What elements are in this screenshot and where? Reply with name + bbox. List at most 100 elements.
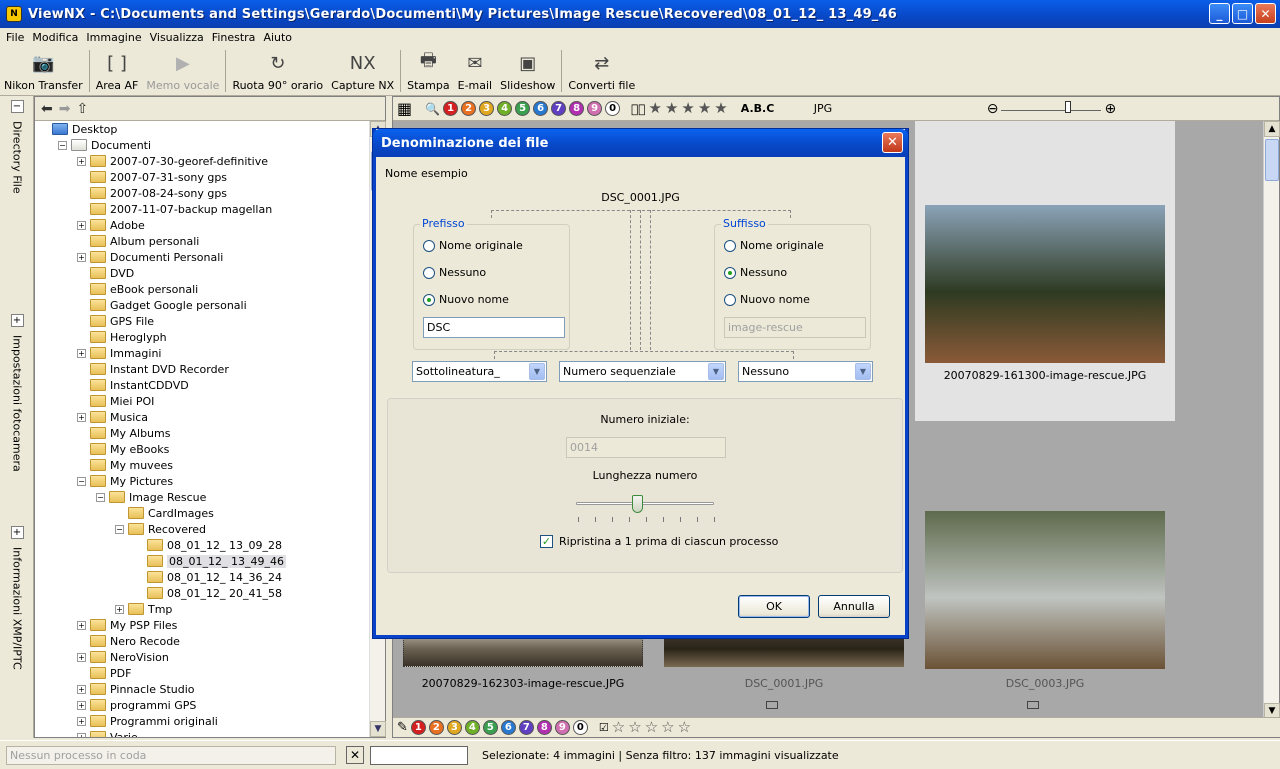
color-label-0-icon[interactable]: 0 [605, 101, 621, 116]
color-label-8-icon[interactable]: 8 [569, 101, 585, 116]
tree-node[interactable]: 2007-07-31-sony gps [35, 169, 371, 185]
number-length-slider-thumb[interactable] [631, 495, 643, 513]
menu-modifica[interactable]: Modifica [28, 31, 82, 44]
thumbnail-cell[interactable]: DSC_0003.JPG [915, 421, 1175, 719]
toolbar-button-capture-nx[interactable]: NX Capture NX [327, 46, 398, 96]
tree-node[interactable]: CardImages [35, 505, 371, 521]
star-filter-icon[interactable]: ★ [681, 101, 694, 116]
edit-label-icon[interactable]: ✎ [397, 720, 408, 735]
tree-node[interactable]: + programmi GPS [35, 697, 371, 713]
color-label-5-icon[interactable]: 5 [515, 101, 531, 116]
menu-aiuto[interactable]: Aiuto [259, 31, 296, 44]
tree-node[interactable]: − My Pictures [35, 473, 371, 489]
folder-up-icon[interactable]: ⇧ [76, 101, 88, 117]
tree-node[interactable]: DVD [35, 265, 371, 281]
scroll-up-icon[interactable]: ▲ [1264, 121, 1280, 137]
radio-circle[interactable] [724, 239, 736, 252]
tree-node[interactable]: + Documenti Personali [35, 249, 371, 265]
suffix-separator-select[interactable]: Nessuno ▼ [738, 361, 873, 382]
expand-icon[interactable]: + [77, 652, 86, 662]
expand-icon[interactable]: + [77, 252, 86, 262]
collapse-icon[interactable]: − [10, 100, 24, 113]
sort-abc-select[interactable]: A.B.C [741, 102, 781, 115]
color-label-7-icon[interactable]: 7 [551, 101, 567, 116]
color-label-4-icon[interactable]: 4 [497, 101, 513, 116]
chevron-down-icon[interactable]: ▼ [529, 363, 545, 380]
tree-node[interactable]: + NeroVision [35, 649, 371, 665]
set-rating-icon[interactable]: ☑ [599, 721, 609, 734]
expand-icon[interactable]: + [77, 732, 86, 737]
tree-node[interactable]: 2007-08-24-sony gps [35, 185, 371, 201]
tree-node[interactable]: + Immagini [35, 345, 371, 361]
tree-node[interactable]: Desktop [35, 121, 371, 137]
tree-node[interactable]: − Image Rescue [35, 489, 371, 505]
toolbar-button-print[interactable]: 🖶 Stampa [403, 46, 453, 96]
menu-finestra[interactable]: Finestra [208, 31, 260, 44]
star-filter-icon[interactable]: ★ [648, 101, 661, 116]
tree-node[interactable]: My muvees [35, 457, 371, 473]
tree-node[interactable]: GPS File [35, 313, 371, 329]
radio-circle[interactable] [423, 293, 435, 306]
tree-node[interactable]: + Tmp [35, 601, 371, 617]
radio-circle[interactable] [423, 239, 435, 252]
tree-node[interactable]: PDF [35, 665, 371, 681]
tree-node[interactable]: 08_01_12_ 13_09_28 [35, 537, 371, 553]
set-label-6-button[interactable]: 6 [500, 720, 516, 735]
rating-star-icon[interactable]: ☆ [661, 720, 674, 735]
zoom-out-icon[interactable]: ⊖ [987, 101, 999, 117]
suffix-input[interactable]: image-rescue [724, 317, 866, 338]
expand-icon[interactable]: + [77, 412, 86, 422]
photo-thumbnail[interactable] [925, 205, 1165, 363]
tree-node[interactable]: My Albums [35, 425, 371, 441]
expand-icon[interactable]: + [77, 684, 86, 694]
set-label-5-button[interactable]: 5 [482, 720, 498, 735]
tree-node[interactable]: + Programmi originali [35, 713, 371, 729]
tree-node[interactable]: My eBooks [35, 441, 371, 457]
expand-icon[interactable]: + [77, 700, 86, 710]
menu-visualizza[interactable]: Visualizza [146, 31, 208, 44]
suffix-none-radio[interactable]: Nessuno [724, 266, 787, 279]
number-length-slider-track[interactable] [576, 502, 714, 505]
radio-circle[interactable] [423, 266, 435, 279]
toolbar-button-voice-memo[interactable]: ▶ Memo vocale [142, 46, 223, 96]
set-label-2-button[interactable]: 2 [428, 720, 444, 735]
expand-icon[interactable]: + [10, 526, 24, 539]
color-label-2-icon[interactable]: 2 [461, 101, 477, 116]
thumbnail-cell[interactable]: 20070829-161300-image-rescue.JPG [915, 121, 1175, 421]
expand-icon[interactable]: + [10, 314, 24, 327]
set-label-4-button[interactable]: 4 [464, 720, 480, 735]
tree-node[interactable]: Gadget Google personali [35, 297, 371, 313]
star-filter-icon[interactable]: ★ [714, 101, 727, 116]
photo-thumbnail[interactable] [925, 511, 1165, 669]
tree-node[interactable]: +2007-07-30-georef-definitive [35, 153, 371, 169]
label-filter-icon[interactable]: 🔍 [425, 102, 440, 116]
set-label-9-button[interactable]: 9 [554, 720, 570, 735]
toolbar-button-af-area[interactable]: [ ] Area AF [92, 46, 143, 96]
separator-select[interactable]: Sottolineatura_ ▼ [412, 361, 547, 382]
rating-star-icon[interactable]: ☆ [612, 720, 625, 735]
chevron-down-icon[interactable]: ▼ [855, 363, 871, 380]
tree-node[interactable]: + Varie [35, 729, 371, 737]
tree-node[interactable]: Instant DVD Recorder [35, 361, 371, 377]
tree-node[interactable]: + Pinnacle Studio [35, 681, 371, 697]
color-label-1-icon[interactable]: 1 [443, 101, 459, 116]
prefix-new-name-radio[interactable]: Nuovo nome [423, 293, 509, 306]
expand-icon[interactable]: + [77, 716, 86, 726]
tree-node[interactable]: 2007-11-07-backup magellan [35, 201, 371, 217]
tab-impostazioni-fotocamera[interactable]: + Impostazioni fotocamera [4, 310, 30, 472]
set-label-0-button[interactable]: 0 [572, 720, 588, 735]
collapse-icon[interactable]: − [77, 476, 86, 486]
tree-node[interactable]: InstantCDDVD [35, 377, 371, 393]
maximize-button[interactable]: □ [1232, 3, 1253, 24]
prefix-none-radio[interactable]: Nessuno [423, 266, 486, 279]
back-arrow-icon[interactable]: ⬅ [41, 101, 53, 117]
zoom-slider[interactable] [1001, 100, 1102, 113]
star-filter-icon[interactable]: ★ [698, 101, 711, 116]
suffix-new-name-radio[interactable]: Nuovo nome [724, 293, 810, 306]
expand-icon[interactable]: + [77, 620, 86, 630]
tab-informazioni-xmp[interactable]: + Informazioni XMP/IPTC [4, 522, 30, 670]
tree-node[interactable]: Album personali [35, 233, 371, 249]
collapse-icon[interactable]: − [96, 492, 105, 502]
set-label-8-button[interactable]: 8 [536, 720, 552, 735]
tree-node[interactable]: 08_01_12_ 13_49_46 [35, 553, 371, 569]
